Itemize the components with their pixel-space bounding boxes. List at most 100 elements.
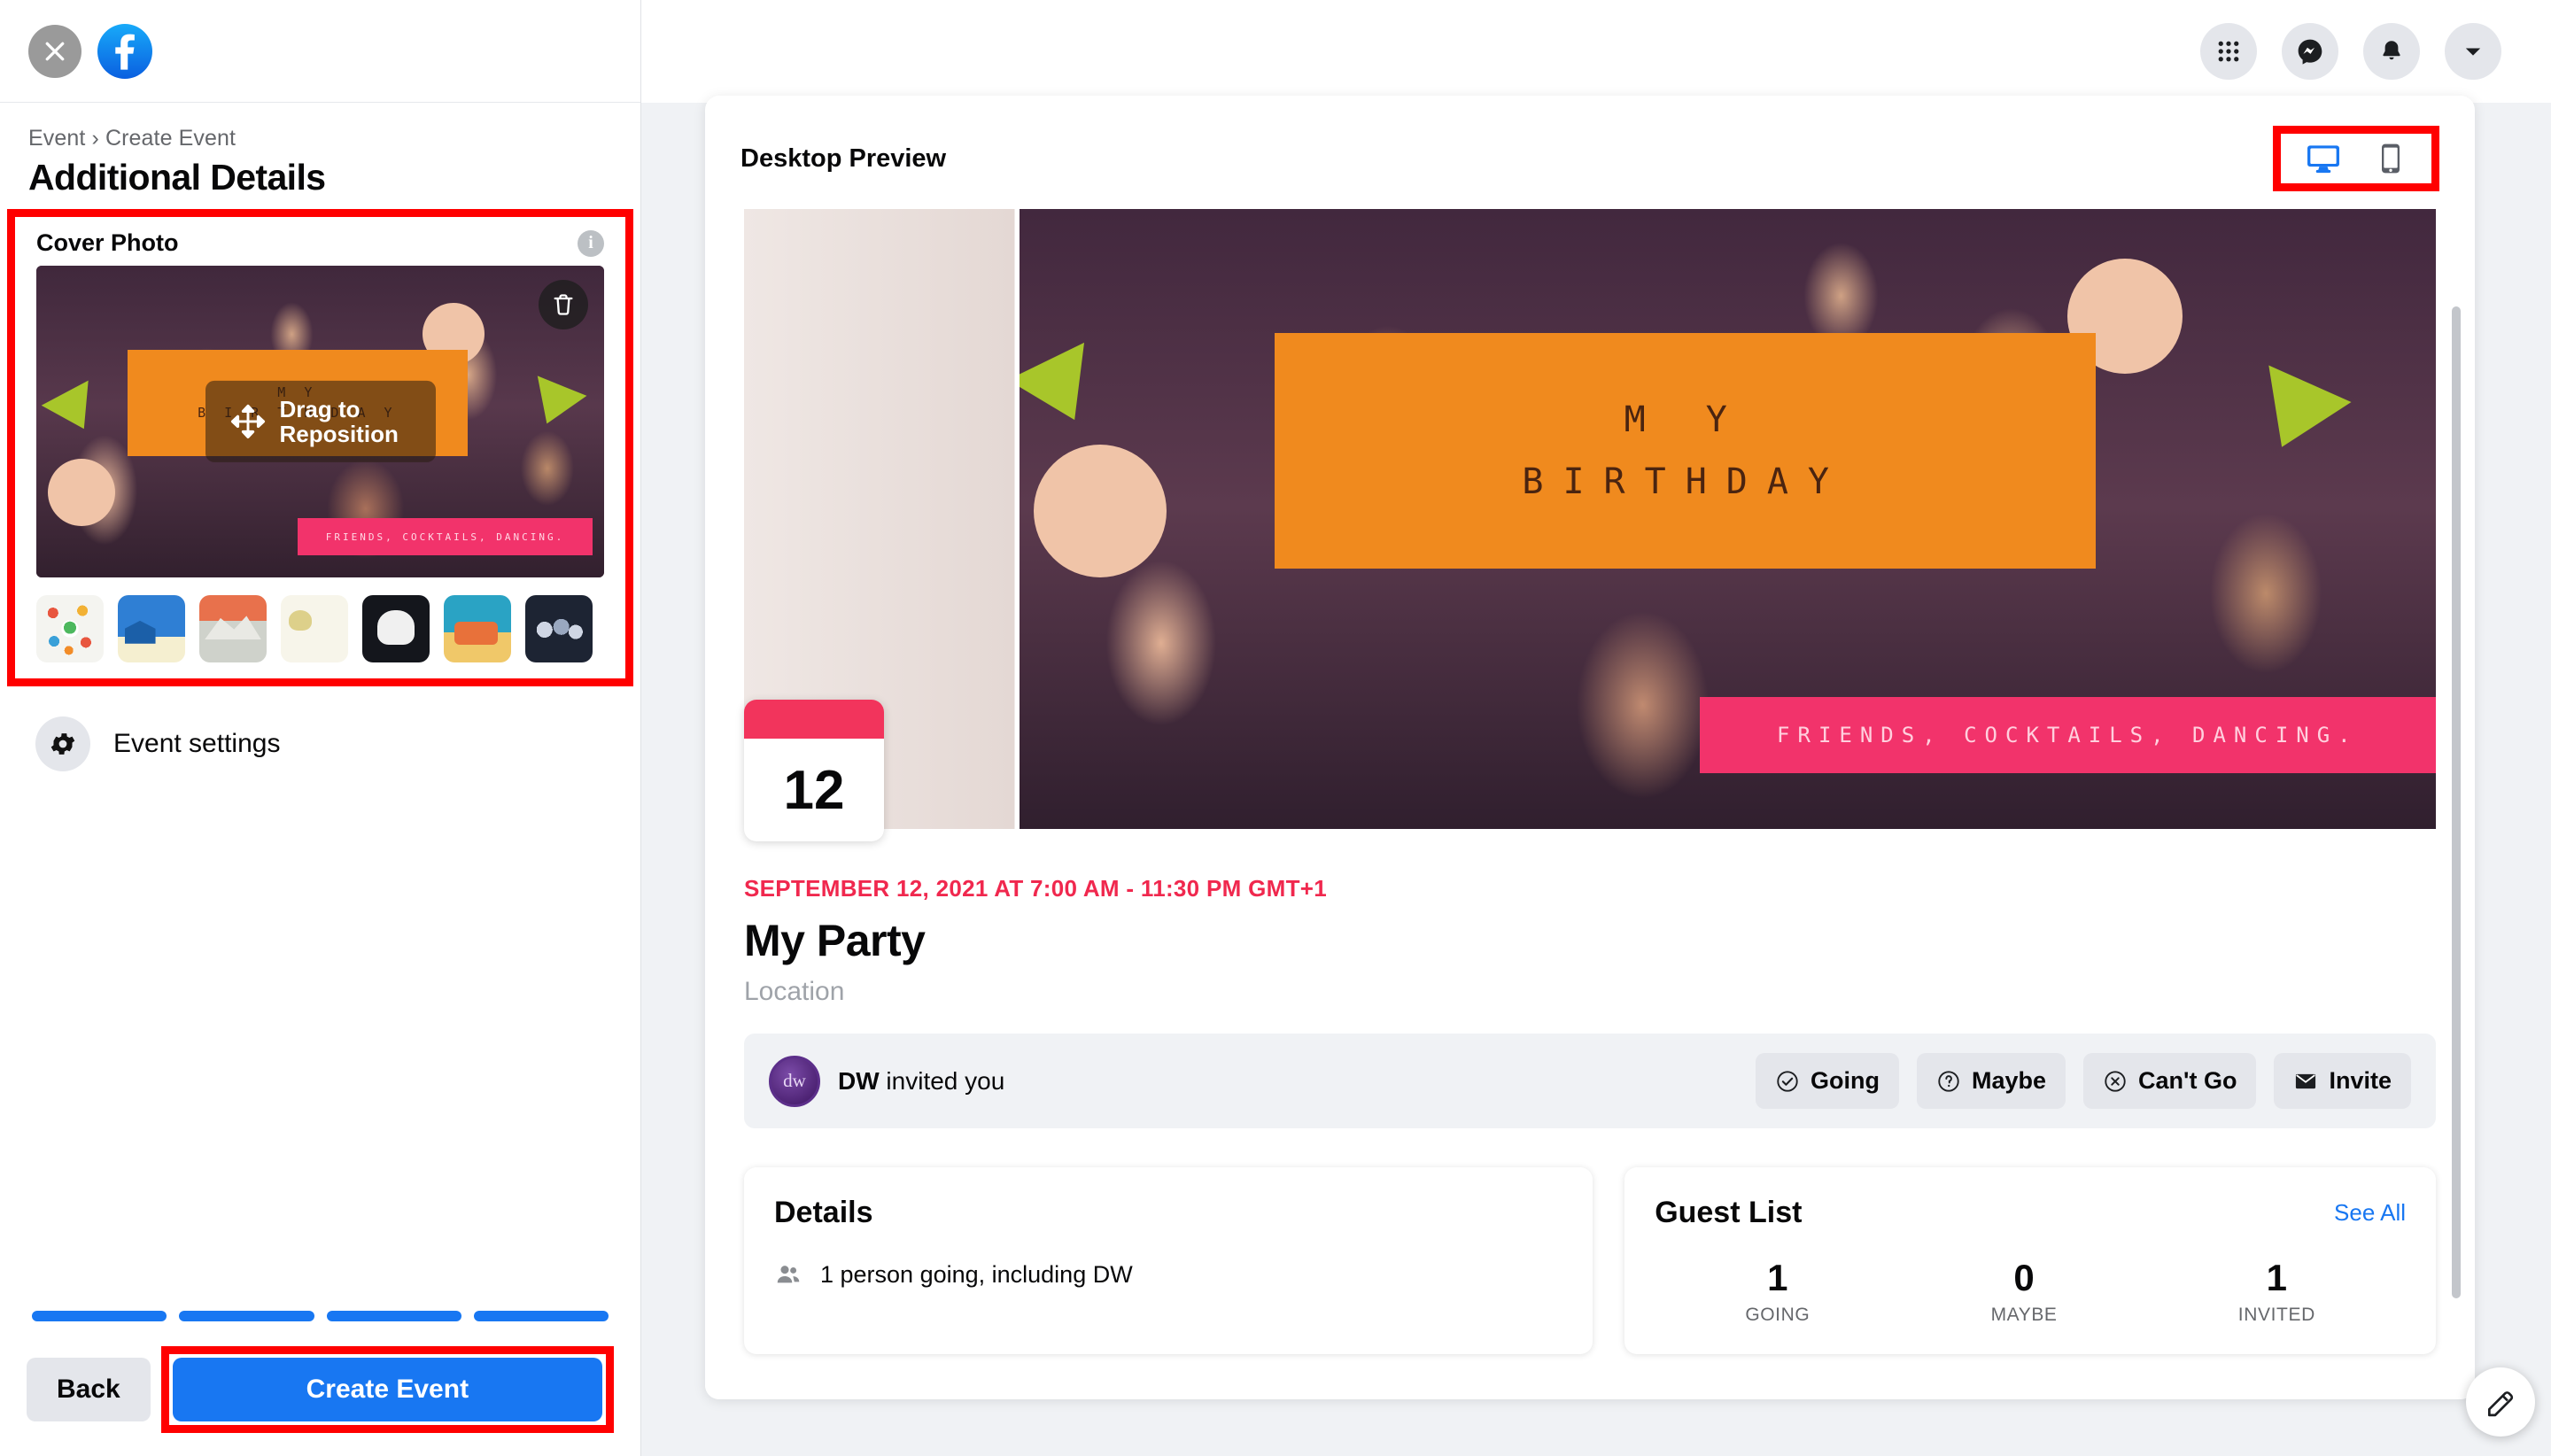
going-button[interactable]: Going [1756, 1053, 1899, 1109]
desktop-icon[interactable] [2304, 139, 2343, 178]
maybe-button[interactable]: Maybe [1917, 1053, 2066, 1109]
cover-blob-left [47, 459, 115, 527]
breadcrumb: Event › Create Event [28, 126, 236, 151]
cover-pink-band: FRIENDS, COCKTAILS, DANCING. [297, 518, 593, 556]
create-event-highlight: Create Event [160, 1346, 614, 1433]
footer-buttons: Back Create Event [0, 1346, 640, 1433]
account-menu-button[interactable] [2445, 23, 2501, 80]
thumbnail-halloween-ghost[interactable] [362, 595, 430, 662]
guest-list-title: Guest List [1655, 1196, 1803, 1229]
drag-to-reposition-handle[interactable]: Drag to Reposition [205, 380, 436, 463]
hero-pink-text: FRIENDS, COCKTAILS, DANCING. [1777, 723, 2359, 747]
thumbnail-winter-village[interactable] [118, 595, 185, 662]
thumbnail-night-crowd[interactable] [525, 595, 593, 662]
left-panel: Event › Create Event Additional Details … [0, 0, 641, 1456]
stat-going-number: 1 [1767, 1257, 1788, 1298]
close-button[interactable] [28, 24, 81, 78]
notifications-button[interactable] [2363, 23, 2420, 80]
calendar-day-number: 12 [783, 759, 845, 821]
event-hero: M Y BIRTHDAY FRIENDS, COCKTAILS, DANCING… [744, 209, 2436, 841]
preview-title: Desktop Preview [740, 143, 947, 173]
progress-segment [179, 1311, 314, 1321]
gear-icon [50, 733, 75, 755]
guest-card-header: Guest List See All [1655, 1196, 2406, 1230]
breadcrumb-area: Event › Create Event Additional Details [0, 103, 640, 198]
page-title: Additional Details [28, 157, 326, 197]
progress-segment [32, 1311, 167, 1321]
invite-label: Invite [2329, 1067, 2392, 1094]
cover-photo-header: Cover Photo i [36, 226, 604, 266]
stat-going-label: GOING [1745, 1305, 1811, 1325]
cant-go-button[interactable]: Can't Go [2083, 1053, 2257, 1109]
rsvp-bar: dw DW invited you Going Maybe Can't Go I… [744, 1034, 2436, 1128]
messenger-button[interactable] [2282, 23, 2338, 80]
calendar-badge-top [744, 700, 884, 739]
preview-scrollbar[interactable] [2452, 306, 2461, 1383]
hero-band-line2: BIRTHDAY [1522, 461, 1849, 502]
top-navigation [641, 0, 2551, 103]
x-circle-icon [2105, 1070, 2126, 1092]
grid-menu-button[interactable] [2200, 23, 2257, 80]
drag-to-reposition-label: Drag to Reposition [279, 395, 399, 447]
invited-suffix: invited you [879, 1066, 1005, 1095]
thumbnail-picnic[interactable] [36, 595, 104, 662]
guest-stats: 1 GOING 0 MAYBE 1 INVITED [1655, 1257, 2406, 1326]
stat-invited: 1 INVITED [2238, 1257, 2315, 1326]
hero-band-line1: M Y [1624, 399, 1747, 440]
preview-cards: Details 1 person going, including DW Gue… [744, 1167, 2436, 1354]
back-button[interactable]: Back [27, 1358, 151, 1421]
delete-cover-photo-button[interactable] [539, 280, 588, 329]
facebook-logo-icon [97, 23, 152, 79]
event-datetime: SEPTEMBER 12, 2021 AT 7:00 AM - 11:30 PM… [744, 875, 1327, 902]
facebook-logo[interactable] [97, 23, 152, 79]
create-event-button[interactable]: Create Event [172, 1358, 602, 1421]
account-chevron-down-icon [2465, 48, 2481, 56]
progress-segment [326, 1311, 461, 1321]
grid-menu-icon [2218, 41, 2239, 62]
stat-going: 1 GOING [1745, 1257, 1810, 1326]
event-settings-row[interactable]: Event settings [0, 686, 640, 802]
event-location: Location [744, 977, 845, 1006]
cover-photo-section-highlight: Cover Photo i M Y B I R T H D A Y FRIEND… [7, 209, 633, 686]
question-circle-icon [1938, 1070, 1959, 1092]
preview-body: M Y BIRTHDAY FRIENDS, COCKTAILS, DANCING… [705, 200, 2475, 1399]
progress-segment [473, 1311, 609, 1321]
thumbnail-ski-mountain[interactable] [199, 595, 267, 662]
see-all-link[interactable]: See All [2334, 1199, 2406, 1227]
cover-photo-suggestions [36, 595, 604, 662]
device-toggle-highlight [2273, 126, 2439, 191]
event-title: My Party [744, 916, 926, 965]
event-settings-label: Event settings [113, 729, 281, 758]
guest-list-card: Guest List See All 1 GOING 0 MAYBE 1 INV… [1624, 1167, 2436, 1354]
cover-pink-text: FRIENDS, COCKTAILS, DANCING. [325, 531, 565, 543]
details-card-header: Details [774, 1196, 1562, 1230]
cover-photo-thumbnail[interactable]: M Y B I R T H D A Y FRIENDS, COCKTAILS, … [36, 266, 604, 577]
check-circle-icon [1777, 1070, 1798, 1092]
calendar-date-badge: 12 [744, 700, 884, 841]
left-panel-footer: Back Create Event [0, 1297, 640, 1456]
stat-maybe-number: 0 [2013, 1257, 2035, 1298]
info-icon[interactable]: i [578, 229, 604, 257]
details-going-line: 1 person going, including DW [774, 1260, 1562, 1289]
details-going-text: 1 person going, including DW [820, 1260, 1133, 1288]
invited-by-text: DW invited you [838, 1067, 1004, 1096]
compose-pencil-icon [2487, 1391, 2514, 1417]
stat-invited-label: INVITED [2237, 1305, 2315, 1325]
details-title: Details [774, 1196, 873, 1229]
details-card: Details 1 person going, including DW [744, 1167, 1593, 1354]
event-create-page: Event › Create Event Additional Details … [0, 0, 2551, 1456]
compose-button[interactable] [2466, 1367, 2535, 1437]
stat-maybe-label: MAYBE [1990, 1305, 2058, 1325]
desktop-preview-card: Desktop Preview M Y BIRTHDAY FRIENDS, CO… [705, 96, 2475, 1399]
hero-pink-band: FRIENDS, COCKTAILS, DANCING. [1699, 697, 2436, 773]
invite-button[interactable]: Invite [2274, 1053, 2411, 1109]
going-label: Going [1811, 1067, 1880, 1094]
thumbnail-beach-sunset[interactable] [444, 595, 511, 662]
close-icon [45, 42, 65, 60]
mobile-icon[interactable] [2373, 139, 2408, 178]
notifications-bell-icon [2383, 41, 2400, 60]
trash-icon [554, 294, 573, 315]
avatar: dw [769, 1055, 820, 1107]
scrollbar-thumb[interactable] [2452, 306, 2461, 1298]
thumbnail-desert-balloon[interactable] [281, 595, 348, 662]
